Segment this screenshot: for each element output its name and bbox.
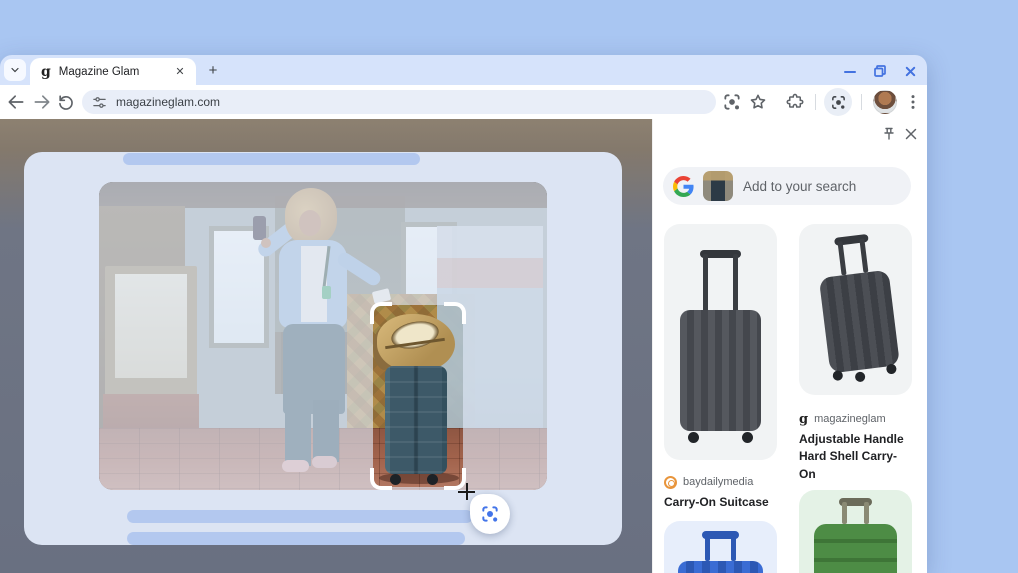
- new-tab-button[interactable]: +: [203, 60, 223, 80]
- lens-icon: [831, 95, 845, 109]
- baydailymedia-logo-icon: [664, 475, 677, 489]
- woman-denim-jacket: [279, 240, 347, 328]
- woman-raised-arm: [255, 219, 301, 260]
- restore-icon: [874, 65, 886, 77]
- selection-bracket[interactable]: [370, 468, 392, 490]
- puzzle-icon: [786, 93, 804, 108]
- search-bar[interactable]: [663, 167, 911, 205]
- results-column: baydailymedia Carry-On Suitcase: [664, 224, 777, 573]
- product-card[interactable]: [664, 521, 777, 573]
- close-button[interactable]: [902, 63, 918, 79]
- woman-phone: [253, 216, 266, 240]
- tab-search-button[interactable]: [4, 59, 26, 81]
- site-settings-icon: [93, 96, 106, 108]
- product-image-suitcase-green: [799, 490, 912, 573]
- back-icon: [8, 95, 24, 109]
- source-row[interactable]: baydailymedia: [664, 474, 777, 490]
- pin-icon: [884, 127, 894, 140]
- product-image-suitcase-blue: [664, 521, 777, 573]
- toolbar-separator: [815, 94, 816, 110]
- tab-title: Magazine Glam: [58, 65, 140, 78]
- woman-leg: [313, 400, 339, 462]
- close-icon: [905, 128, 917, 140]
- woman-face: [299, 210, 321, 236]
- product-title[interactable]: Carry-On Suitcase: [664, 494, 777, 511]
- chevron-down-icon: [11, 67, 19, 73]
- tab-favicon: g: [41, 63, 51, 80]
- product-card[interactable]: [799, 490, 912, 573]
- product-image-suitcase-dark: [664, 224, 777, 460]
- product-card[interactable]: [664, 224, 777, 460]
- close-icon: [905, 66, 915, 76]
- woman-leg: [285, 400, 311, 466]
- skeleton-line: [123, 153, 420, 165]
- product-card[interactable]: [799, 224, 912, 395]
- woman-lowered-arm: [335, 250, 383, 288]
- lens-icon: [482, 506, 498, 522]
- source-row[interactable]: g magazineglam: [799, 411, 912, 427]
- back-button[interactable]: [6, 92, 26, 112]
- photo-display-case-base: [103, 394, 199, 462]
- selection-bracket[interactable]: [370, 302, 392, 324]
- product-image-suitcase-angled: [799, 224, 912, 395]
- query-thumbnail: [703, 171, 733, 201]
- skeleton-line: [127, 510, 473, 523]
- article-card: [24, 152, 622, 545]
- woman-lanyard-card: [322, 286, 331, 299]
- reload-icon: [59, 95, 73, 110]
- tab-strip: g Magazine Glam ✕ +: [0, 55, 927, 85]
- woman-shoe: [282, 460, 309, 472]
- skeleton-line: [127, 532, 465, 545]
- display-case-glass: [115, 274, 187, 378]
- lens-icon: [724, 94, 740, 110]
- product-title[interactable]: Adjustable Handle Hard Shell Carry-On: [799, 431, 912, 483]
- lens-toolbar-button[interactable]: [824, 88, 852, 116]
- photo-wood-beam: [99, 182, 547, 208]
- woman-lanyard: [322, 245, 331, 289]
- reload-button[interactable]: [56, 92, 76, 112]
- tab-close-icon[interactable]: ✕: [172, 64, 188, 80]
- bookmark-button[interactable]: [748, 92, 768, 112]
- source-name: magazineglam: [814, 413, 886, 425]
- woman-hair: [285, 188, 337, 246]
- extensions-button[interactable]: [785, 92, 805, 112]
- article-image[interactable]: [99, 182, 547, 490]
- browser-toolbar: magazineglam.com: [0, 85, 927, 119]
- minimize-button[interactable]: [842, 63, 858, 79]
- restore-button[interactable]: [872, 63, 888, 79]
- google-logo: [673, 175, 694, 197]
- photo-wood-wall: [99, 206, 185, 440]
- magazineglam-favicon: g: [799, 411, 809, 427]
- lens-selection[interactable]: [370, 302, 466, 490]
- url-text: magazineglam.com: [116, 95, 221, 109]
- results-column: g magazineglam Adjustable Handle Hard Sh…: [799, 224, 912, 573]
- lens-search-button[interactable]: [470, 494, 510, 534]
- toolbar-separator: [861, 94, 862, 110]
- photo-display-case-left: [105, 266, 197, 396]
- woman-white-top: [301, 246, 327, 322]
- menu-button[interactable]: [903, 92, 923, 112]
- woman-pants: [283, 324, 345, 414]
- lens-side-panel: baydailymedia Carry-On Suitcase: [652, 119, 927, 573]
- lens-address-button[interactable]: [722, 92, 742, 112]
- photo-floor: [99, 428, 547, 490]
- close-panel-button[interactable]: [903, 126, 919, 142]
- selection-bracket[interactable]: [444, 302, 466, 324]
- source-name: baydailymedia: [683, 476, 754, 488]
- address-bar[interactable]: magazineglam.com: [82, 90, 716, 114]
- forward-button[interactable]: [32, 92, 52, 112]
- pin-panel-button[interactable]: [881, 126, 897, 142]
- woman-hand: [261, 238, 271, 248]
- search-input[interactable]: [743, 178, 893, 194]
- profile-avatar[interactable]: [873, 90, 897, 114]
- forward-icon: [34, 95, 50, 109]
- star-icon: [750, 94, 766, 109]
- minimize-icon: [844, 71, 856, 73]
- tab-magazine-glam[interactable]: g Magazine Glam ✕: [30, 58, 196, 85]
- browser-window: g Magazine Glam ✕ + magazineglam.com Add…: [0, 55, 927, 573]
- page-background: [0, 119, 652, 573]
- woman-shoe: [312, 456, 337, 468]
- three-dot-menu-icon: [911, 95, 915, 109]
- photo-window-left: [209, 226, 269, 348]
